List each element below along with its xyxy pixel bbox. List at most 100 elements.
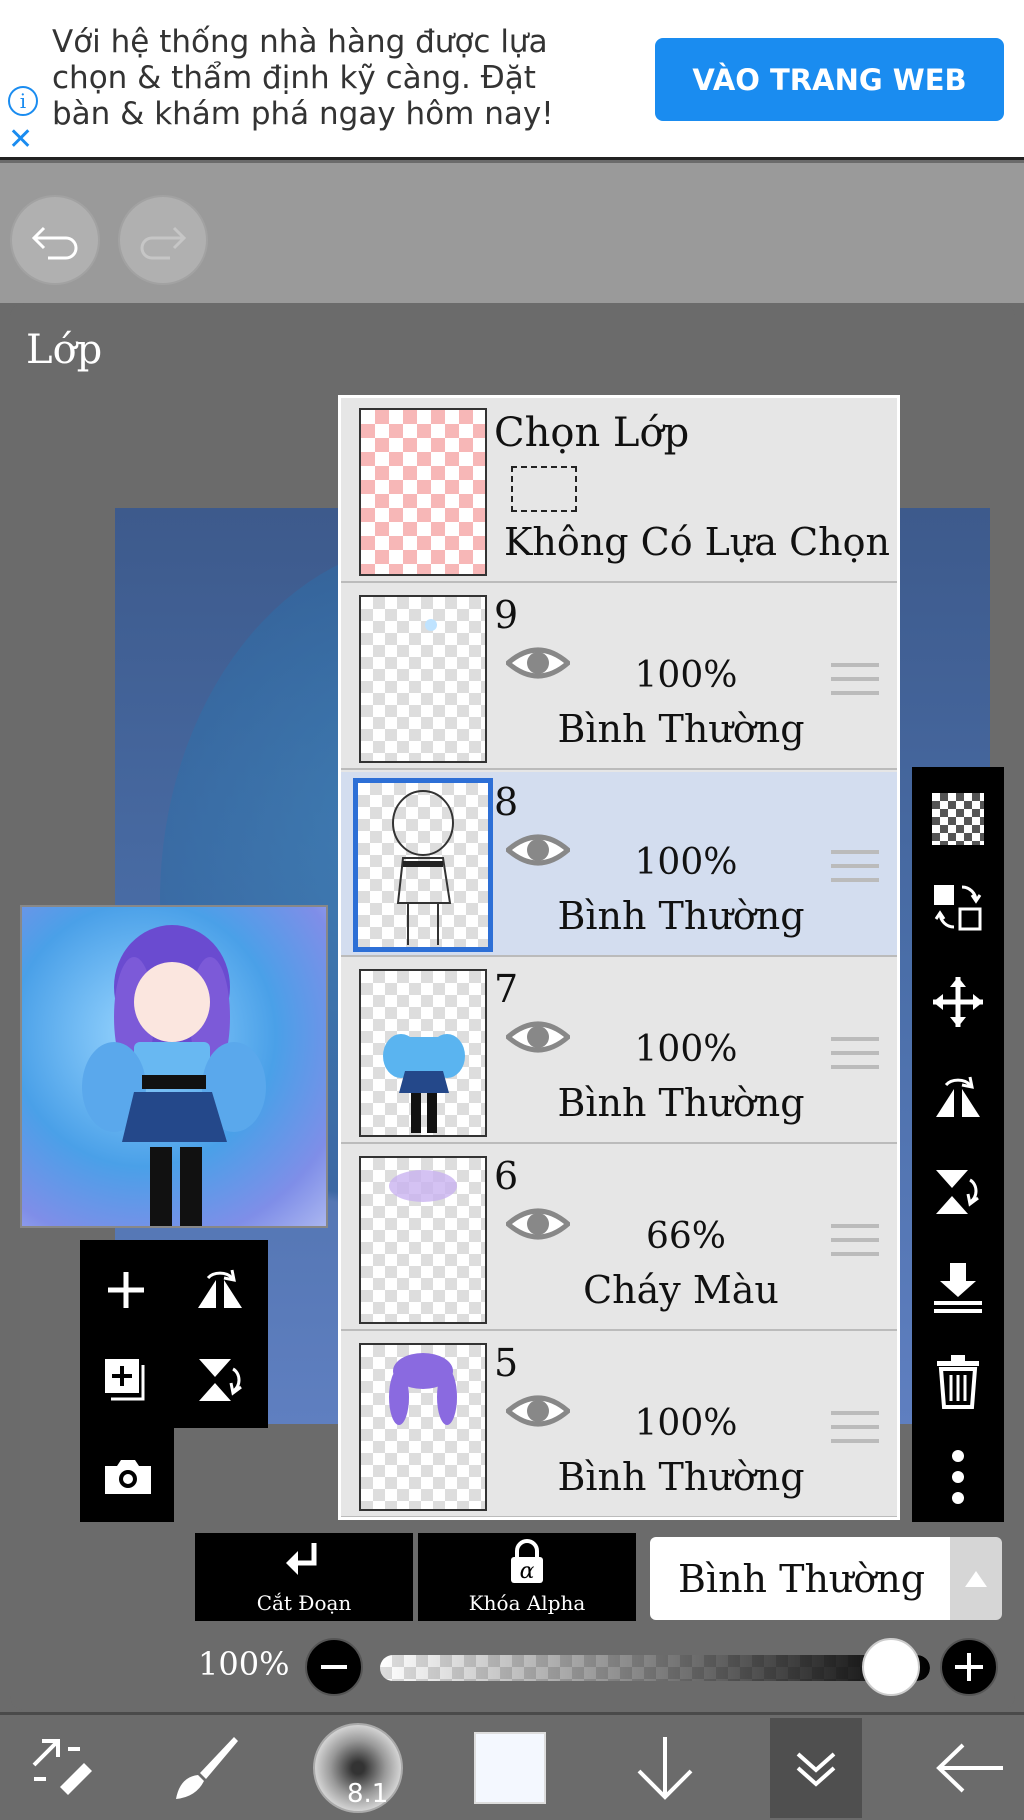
layer-thumbnail <box>353 778 493 952</box>
opacity-increase-button[interactable] <box>940 1638 998 1696</box>
blend-mode-select[interactable]: Bình Thường <box>650 1537 950 1620</box>
duplicate-layer-button[interactable] <box>86 1340 166 1420</box>
undo-icon <box>31 226 78 260</box>
delete-layer-button[interactable] <box>912 1342 1004 1422</box>
more-vertical-icon <box>952 1450 964 1504</box>
eye-icon[interactable] <box>506 643 570 683</box>
redo-button[interactable] <box>118 195 208 285</box>
selection-layer-title: Chọn Lớp <box>494 410 690 456</box>
eye-icon[interactable] <box>506 1017 570 1057</box>
layer-number: 9 <box>494 593 519 637</box>
drag-handle-icon[interactable] <box>831 850 879 892</box>
layer-thumbnail <box>359 969 487 1137</box>
blend-mode-dropdown-button[interactable] <box>950 1537 1002 1620</box>
layer-blend-mode: Bình Thường <box>557 894 805 938</box>
flip-vertical-icon <box>199 1359 242 1401</box>
clipping-arrow-icon <box>286 1543 317 1575</box>
opacity-decrease-button[interactable] <box>305 1638 363 1696</box>
drag-handle-icon[interactable] <box>831 663 879 705</box>
swap-icon <box>934 885 982 931</box>
close-icon[interactable]: ✕ <box>8 122 33 157</box>
triangle-up-icon <box>965 1570 987 1587</box>
flip-horizontal-icon <box>198 1269 242 1308</box>
transform-eraser-icon <box>32 1739 92 1795</box>
camera-tool <box>80 1428 174 1522</box>
ad-banner[interactable]: Với hệ thống nhà hàng được lựa chọn & th… <box>0 0 1024 160</box>
brush-size-preview: 8.1 <box>313 1723 403 1813</box>
layer-opacity: 66% <box>645 1216 726 1257</box>
clipping-button[interactable]: Cắt Đoạn <box>195 1533 413 1621</box>
plus-icon <box>108 1272 144 1308</box>
layer-row[interactable]: 9 100% Bình Thường <box>341 585 897 770</box>
flip-vertical-icon <box>936 1170 979 1214</box>
minus-icon <box>321 1665 347 1669</box>
lock-icon: α <box>511 1539 543 1584</box>
layer-row[interactable]: 7 100% Bình Thường <box>341 959 897 1144</box>
info-icon[interactable]: i <box>8 86 38 116</box>
layer-number: 8 <box>494 780 519 824</box>
selection-marquee-icon <box>511 466 577 512</box>
layer-opacity: 100% <box>634 1029 738 1070</box>
duplicate-icon <box>105 1359 145 1401</box>
layer-list[interactable]: Chọn Lớp Không Có Lựa Chọn 9 100% Bình T… <box>338 395 900 1520</box>
layer-row[interactable]: 5 100% Bình Thường <box>341 1333 897 1517</box>
layer-blend-mode: Bình Thường <box>557 707 805 751</box>
ad-text: Với hệ thống nhà hàng được lựa chọn & th… <box>52 24 554 132</box>
layer-thumbnail <box>359 1343 487 1511</box>
add-layer-button[interactable] <box>86 1250 166 1330</box>
eye-icon[interactable] <box>506 1204 570 1244</box>
back-button[interactable] <box>930 1718 1010 1818</box>
merge-down-button[interactable] <box>912 1247 1004 1327</box>
arrow-left-icon <box>936 1743 1003 1793</box>
drag-handle-icon[interactable] <box>831 1411 879 1453</box>
undo-button[interactable] <box>10 195 100 285</box>
plus-icon <box>955 1653 983 1681</box>
drag-handle-icon[interactable] <box>831 1224 879 1266</box>
layer-row-selected[interactable]: 8 100% Bình Thường <box>341 772 897 957</box>
artwork-figure-image <box>82 925 266 1226</box>
layer-down-button[interactable] <box>620 1718 710 1818</box>
checker-icon <box>932 793 984 845</box>
alpha-lock-button[interactable]: α Khóa Alpha <box>418 1533 636 1621</box>
flip-layer-horizontal-button[interactable] <box>912 1057 1004 1137</box>
eye-icon[interactable] <box>506 1391 570 1431</box>
layer-thumbnail <box>359 595 487 763</box>
chevron-double-down-icon <box>796 1752 836 1787</box>
artwork-thumbnail[interactable] <box>20 905 328 1228</box>
selection-layer-row[interactable]: Chọn Lớp Không Có Lựa Chọn <box>341 398 897 583</box>
layer-5-hair-image <box>389 1353 457 1425</box>
layer-6-color-image <box>389 1170 457 1202</box>
redo-icon <box>140 226 187 260</box>
move-layer-button[interactable] <box>912 962 1004 1042</box>
layer-opacity: 100% <box>634 842 738 883</box>
swap-layer-button[interactable] <box>912 867 1004 947</box>
flip-vertical-button[interactable] <box>180 1340 260 1420</box>
flip-layer-vertical-button[interactable] <box>912 1152 1004 1232</box>
layer-opacity: 100% <box>634 655 738 696</box>
drag-handle-icon[interactable] <box>831 1037 879 1079</box>
brush-tool-button[interactable] <box>160 1718 250 1818</box>
flip-horizontal-icon <box>936 1076 980 1117</box>
trash-icon <box>937 1355 979 1409</box>
layer-opacity: 100% <box>634 1403 738 1444</box>
more-options-button[interactable] <box>912 1437 1004 1517</box>
alpha-lock-label: Khóa Alpha <box>468 1591 586 1615</box>
ad-cta-button[interactable]: VÀO TRANG WEB <box>655 38 1004 121</box>
move-icon <box>933 977 983 1027</box>
flip-horizontal-button[interactable] <box>180 1250 260 1330</box>
layer-8-lineart-image <box>392 790 454 945</box>
opacity-slider-knob[interactable] <box>862 1638 920 1696</box>
layer-blend-mode: Cháy Màu <box>583 1268 779 1312</box>
eye-icon[interactable] <box>506 830 570 870</box>
layer-panel-toggle-button[interactable] <box>770 1718 862 1818</box>
transform-tool-button[interactable] <box>18 1718 108 1818</box>
panel-title: Lớp <box>26 327 103 373</box>
layer-row[interactable]: 6 66% Cháy Màu <box>341 1146 897 1331</box>
camera-button[interactable] <box>88 1436 168 1516</box>
layer-number: 5 <box>494 1341 519 1385</box>
selection-layer-subtitle: Không Có Lựa Chọn <box>504 520 890 564</box>
brush-size-button[interactable]: 8.1 <box>310 1718 406 1818</box>
opacity-slider[interactable] <box>380 1655 930 1681</box>
color-picker-button[interactable] <box>470 1718 550 1818</box>
transparent-fill-button[interactable] <box>912 779 1004 859</box>
